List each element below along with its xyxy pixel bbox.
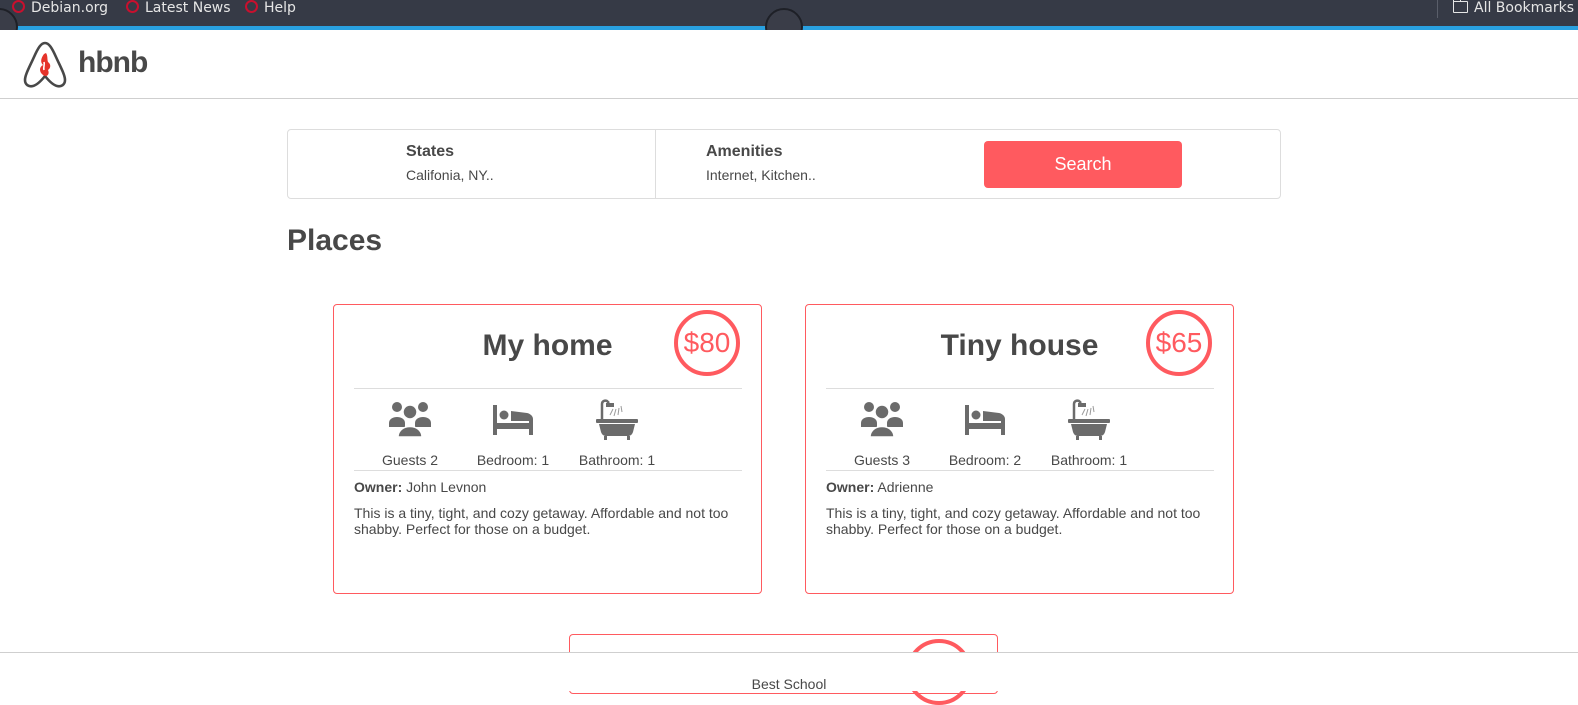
bed-icon <box>493 405 533 435</box>
bedroom-info: Bedroom: 1 <box>458 397 568 468</box>
all-bookmarks-button[interactable]: All Bookmarks <box>1452 0 1575 18</box>
owner-label: Owner: <box>354 479 403 495</box>
amenities-filter[interactable]: Amenities Internet, Kitchen.. <box>656 130 956 198</box>
all-bookmarks-label: All Bookmarks <box>1474 0 1575 16</box>
place-card: My home $80 Guests 2 Bedroom: 1 Bathroom… <box>333 304 762 594</box>
bookmark-label: Latest News <box>145 0 231 16</box>
bathroom-label: Bathroom: 1 <box>578 452 656 468</box>
bedroom-label: Bedroom: 2 <box>948 452 1022 468</box>
bookmark-label: Debian.org <box>31 0 109 16</box>
amenities-filter-value: Internet, Kitchen.. <box>706 167 816 183</box>
states-filter-value: Califonia, NY.. <box>406 167 494 183</box>
bed-icon <box>965 405 1005 435</box>
states-filter-title: States <box>406 143 455 160</box>
owner-line: Owner: Adrienne <box>826 479 933 495</box>
debian-swirl-icon <box>12 0 25 13</box>
owner-label: Owner: <box>826 479 875 495</box>
guests-info: Guests 2 <box>355 397 465 468</box>
guests-info: Guests 3 <box>827 397 937 468</box>
site-footer: Best School <box>0 652 1578 692</box>
places-heading: Places <box>287 224 383 257</box>
debian-swirl-icon <box>245 0 258 13</box>
place-info: Guests 2 Bedroom: 1 Bathroom: 1 <box>354 388 742 471</box>
owner-name: Adrienne <box>877 479 934 495</box>
place-description: This is a tiny, tight, and cozy getaway.… <box>354 505 729 537</box>
bathroom-label: Bathroom: 1 <box>1050 452 1128 468</box>
logo-text: hbnb <box>78 46 148 79</box>
guests-label: Guests 2 <box>381 452 439 468</box>
amenities-filter-title: Amenities <box>706 143 783 160</box>
owner-line: Owner: John Levnon <box>354 479 486 495</box>
search-button[interactable]: Search <box>984 141 1182 188</box>
logo[interactable]: hbnb <box>22 40 162 88</box>
bedroom-info: Bedroom: 2 <box>930 397 1040 468</box>
place-info: Guests 3 Bedroom: 2 Bathroom: 1 <box>826 388 1214 471</box>
bookmarks-divider <box>1437 0 1438 18</box>
guests-label: Guests 3 <box>853 452 911 468</box>
place-description: This is a tiny, tight, and cozy getaway.… <box>826 505 1201 537</box>
bookmark-help[interactable]: Help <box>245 0 296 18</box>
debian-swirl-icon <box>126 0 139 13</box>
bookmark-latest-news[interactable]: Latest News <box>126 0 231 18</box>
guests-icon <box>389 402 431 438</box>
filters-bar: States Califonia, NY.. Amenities Interne… <box>287 129 1281 199</box>
price-badge: $65 <box>1146 310 1212 376</box>
bathtub-icon <box>1068 399 1110 440</box>
bathroom-info: Bathroom: 1 <box>1034 397 1144 468</box>
hbnb-logo-icon <box>23 41 67 88</box>
owner-name: John Levnon <box>406 479 487 495</box>
place-card: Tiny house $65 Guests 3 Bedroom: 2 Bathr… <box>805 304 1234 594</box>
states-filter[interactable]: States Califonia, NY.. <box>288 130 656 198</box>
price-badge: $80 <box>674 310 740 376</box>
site-header: hbnb <box>0 30 1578 99</box>
bathtub-icon <box>596 399 638 440</box>
bookmark-debian-org[interactable]: Debian.org <box>12 0 108 18</box>
folder-icon <box>1452 0 1468 13</box>
bathroom-info: Bathroom: 1 <box>562 397 672 468</box>
bookmarks-bar: Debian.org Latest News Help All Bookmark… <box>0 0 1578 46</box>
guests-icon <box>861 402 903 438</box>
bookmark-label: Help <box>264 0 296 16</box>
bedroom-label: Bedroom: 1 <box>476 452 550 468</box>
